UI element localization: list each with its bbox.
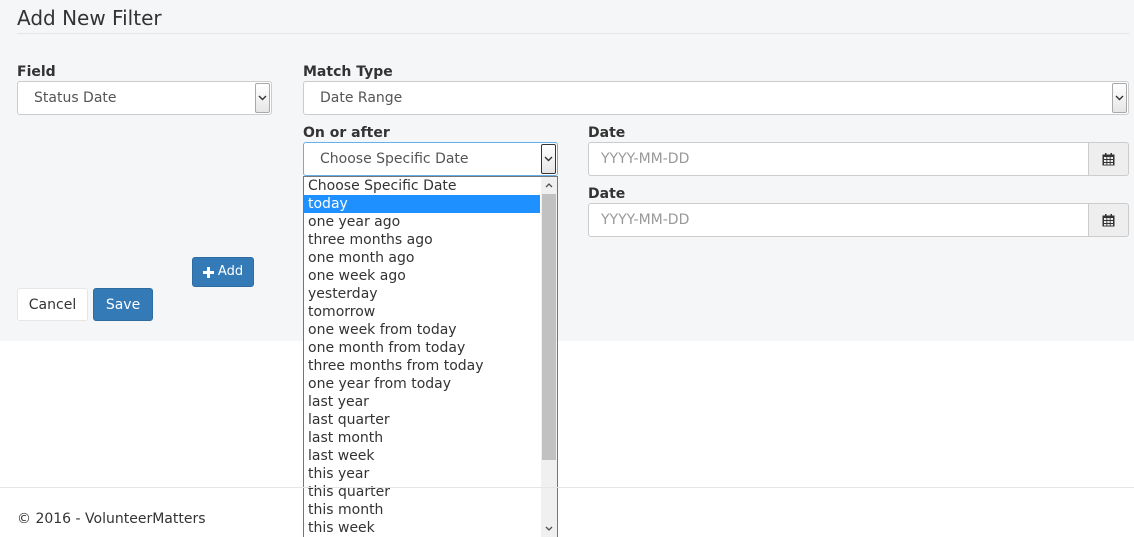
dropdown-option[interactable]: last week [304, 447, 540, 465]
match-type-select-value: Date Range [320, 90, 403, 106]
on-or-after-select-value: Choose Specific Date [320, 151, 469, 167]
chevron-down-icon [1112, 83, 1127, 113]
dropdown-option[interactable]: last quarter [304, 411, 540, 429]
scrollbar-thumb[interactable] [542, 194, 556, 460]
on-or-after-select[interactable]: Choose Specific Date [303, 142, 558, 176]
save-button[interactable]: Save [93, 288, 153, 321]
dropdown-option[interactable]: yesterday [304, 285, 540, 303]
page-title: Add New Filter [17, 6, 162, 30]
add-button-label: Add [217, 264, 244, 279]
dropdown-option[interactable]: this quarter [304, 483, 540, 501]
dropdown-option[interactable]: three months ago [304, 231, 540, 249]
date-end-label: Date [588, 186, 626, 202]
dropdown-option[interactable]: this week [304, 519, 540, 537]
dropdown-option[interactable]: one week ago [304, 267, 540, 285]
footer-divider [0, 487, 1134, 488]
field-label: Field [17, 64, 56, 80]
dropdown-scrollbar[interactable] [541, 177, 557, 537]
dropdown-option[interactable]: last month [304, 429, 540, 447]
field-select[interactable]: Status Date [17, 81, 272, 115]
date-start-input[interactable]: YYYY-MM-DD [588, 142, 1089, 176]
cancel-button[interactable]: Cancel [17, 288, 88, 321]
date-end-calendar-button[interactable] [1089, 203, 1129, 237]
footer-copyright: © 2016 - VolunteerMatters [17, 511, 206, 527]
dropdown-option[interactable]: one week from today [304, 321, 540, 339]
chevron-down-icon [255, 83, 270, 113]
dropdown-option[interactable]: one month from today [304, 339, 540, 357]
chevron-down-icon [541, 144, 556, 174]
dropdown-option[interactable]: this month [304, 501, 540, 519]
field-select-value: Status Date [34, 90, 117, 106]
dropdown-option[interactable]: this year [304, 465, 540, 483]
add-button[interactable]: Add [192, 257, 254, 287]
filter-panel: Add New Filter Field Status Date Match T… [0, 0, 1134, 341]
dropdown-option[interactable]: tomorrow [304, 303, 540, 321]
dropdown-option[interactable]: one month ago [304, 249, 540, 267]
on-or-after-dropdown-list[interactable]: Choose Specific Date today one year ago thr… [303, 176, 558, 537]
title-divider [17, 33, 1129, 34]
match-type-select[interactable]: Date Range [303, 81, 1129, 115]
on-or-after-label: On or after [303, 125, 390, 141]
date-end-input[interactable]: YYYY-MM-DD [588, 203, 1089, 237]
scroll-up-arrow-icon[interactable] [541, 177, 557, 194]
plus-icon [202, 266, 214, 278]
dropdown-option[interactable]: one year ago [304, 213, 540, 231]
dropdown-option[interactable]: three months from today [304, 357, 540, 375]
match-type-label: Match Type [303, 64, 393, 80]
date-start-label: Date [588, 125, 626, 141]
dropdown-options: Choose Specific Date today one year ago thr… [304, 177, 557, 537]
calendar-icon [1102, 152, 1115, 165]
dropdown-option[interactable]: one year from today [304, 375, 540, 393]
dropdown-option[interactable]: today [304, 195, 540, 213]
dropdown-option[interactable]: Choose Specific Date [304, 177, 540, 195]
scroll-down-arrow-icon[interactable] [541, 520, 557, 537]
calendar-icon [1102, 213, 1115, 226]
dropdown-option[interactable]: last year [304, 393, 540, 411]
date-start-calendar-button[interactable] [1089, 142, 1129, 176]
